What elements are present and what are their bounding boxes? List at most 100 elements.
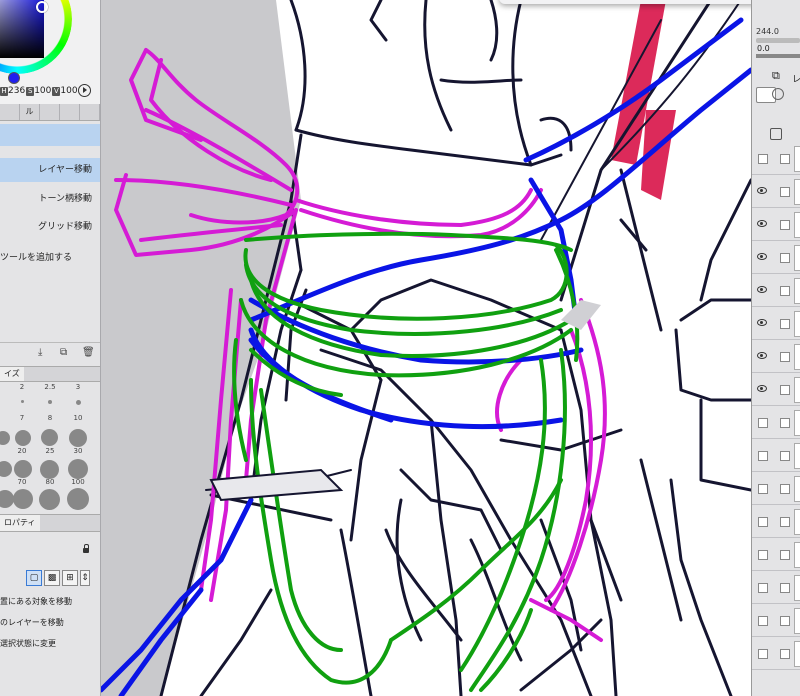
current-color-swatch[interactable] bbox=[8, 72, 20, 84]
brush-dot[interactable] bbox=[76, 400, 81, 405]
layer-row[interactable] bbox=[752, 439, 800, 472]
brush-size-header: イズ bbox=[0, 366, 100, 382]
visibility-checkbox[interactable] bbox=[758, 418, 768, 428]
brush-dot[interactable] bbox=[13, 489, 33, 509]
visibility-eye-icon[interactable] bbox=[757, 385, 767, 392]
layer-row[interactable] bbox=[752, 142, 800, 175]
visibility-checkbox[interactable] bbox=[758, 550, 768, 560]
layers-icon[interactable]: ⧉ bbox=[772, 70, 783, 81]
layer-select-checkbox[interactable] bbox=[780, 451, 790, 461]
layer-row[interactable] bbox=[752, 538, 800, 571]
visibility-eye-icon[interactable] bbox=[757, 187, 767, 194]
add-sub-tool-link[interactable]: ツールを追加する bbox=[0, 247, 100, 269]
layer-row[interactable] bbox=[752, 472, 800, 505]
layer-row[interactable] bbox=[752, 175, 800, 208]
visibility-checkbox[interactable] bbox=[758, 583, 768, 593]
layer-select-checkbox[interactable] bbox=[780, 154, 790, 164]
tool-property-tab[interactable]: ロパティ bbox=[0, 515, 40, 531]
layer-row[interactable] bbox=[752, 373, 800, 406]
drawing-canvas[interactable] bbox=[101, 0, 751, 696]
layer-row[interactable] bbox=[752, 571, 800, 604]
property-option-row[interactable]: 選択状態に変更 bbox=[0, 638, 100, 649]
property-option-label: 置にある対象を移動 bbox=[0, 597, 72, 606]
sub-tool-tab[interactable]: ル bbox=[20, 104, 40, 120]
visibility-eye-icon[interactable] bbox=[757, 253, 767, 260]
new-layer-folder-icon[interactable] bbox=[770, 128, 782, 140]
visibility-checkbox[interactable] bbox=[758, 649, 768, 659]
layer-row[interactable] bbox=[752, 637, 800, 670]
layer-select-checkbox[interactable] bbox=[780, 220, 790, 230]
opacity-slider[interactable] bbox=[756, 38, 800, 43]
sub-tool-tab[interactable] bbox=[80, 104, 100, 120]
brush-dot[interactable] bbox=[14, 460, 32, 478]
tool-item-grid-move[interactable]: グリッド移動 bbox=[0, 216, 100, 238]
layer-select-checkbox[interactable] bbox=[780, 253, 790, 263]
mode-layer-button[interactable]: ▢ bbox=[26, 570, 42, 586]
layer-select-checkbox[interactable] bbox=[780, 418, 790, 428]
brush-size-tab[interactable]: イズ bbox=[0, 367, 24, 381]
brush-dot[interactable] bbox=[21, 400, 24, 403]
layer-row[interactable] bbox=[752, 307, 800, 340]
tool-item-layer-move[interactable]: レイヤー移動 bbox=[0, 158, 100, 182]
sub-tool-tab[interactable] bbox=[60, 104, 80, 120]
brush-dot[interactable] bbox=[41, 429, 58, 446]
visibility-eye-icon[interactable] bbox=[757, 286, 767, 293]
layer-row[interactable] bbox=[752, 340, 800, 373]
canvas-area[interactable] bbox=[101, 0, 800, 696]
brush-dot[interactable] bbox=[15, 430, 31, 446]
layer-thumbnail bbox=[794, 542, 800, 568]
visibility-checkbox[interactable] bbox=[758, 451, 768, 461]
hue-marker[interactable] bbox=[36, 1, 48, 13]
layer-row[interactable] bbox=[752, 505, 800, 538]
layer-lock-icon[interactable] bbox=[772, 88, 784, 100]
v-value: 100 bbox=[60, 86, 78, 96]
layer-select-checkbox[interactable] bbox=[780, 583, 790, 593]
mode-tone-button[interactable]: ▩ bbox=[44, 570, 60, 586]
sub-tool-tab[interactable] bbox=[0, 104, 20, 120]
layer-select-checkbox[interactable] bbox=[780, 550, 790, 560]
brush-dot[interactable] bbox=[0, 490, 14, 508]
visibility-checkbox[interactable] bbox=[758, 616, 768, 626]
visibility-checkbox[interactable] bbox=[758, 517, 768, 527]
brush-dot[interactable] bbox=[68, 459, 88, 479]
visibility-checkbox[interactable] bbox=[758, 154, 768, 164]
mode-grid-button[interactable]: ⊞ bbox=[62, 570, 78, 586]
mode-dropdown-button[interactable]: ⇕ bbox=[80, 570, 90, 586]
layer-select-checkbox[interactable] bbox=[780, 649, 790, 659]
layer-row[interactable] bbox=[752, 274, 800, 307]
lock-icon[interactable] bbox=[83, 544, 89, 553]
property-option-row[interactable]: のレイヤーを移動 bbox=[0, 617, 100, 628]
trash-icon[interactable]: 🗑 bbox=[82, 348, 95, 358]
layer-row[interactable] bbox=[752, 208, 800, 241]
download-icon[interactable]: ⤓ bbox=[38, 348, 48, 358]
brush-dot[interactable] bbox=[67, 488, 89, 510]
layer-row[interactable] bbox=[752, 241, 800, 274]
layer-row[interactable] bbox=[752, 406, 800, 439]
visibility-eye-icon[interactable] bbox=[757, 220, 767, 227]
layer-select-checkbox[interactable] bbox=[780, 319, 790, 329]
layer-thumbnail bbox=[794, 641, 800, 667]
layer-select-checkbox[interactable] bbox=[780, 385, 790, 395]
layer-select-checkbox[interactable] bbox=[780, 484, 790, 494]
color-mode-toggle-icon[interactable] bbox=[78, 84, 91, 97]
brush-dot[interactable] bbox=[40, 460, 59, 479]
brush-dot[interactable] bbox=[0, 461, 12, 477]
duplicate-icon[interactable]: ⧉ bbox=[60, 348, 70, 358]
value-slider[interactable] bbox=[756, 54, 800, 58]
brush-dot[interactable] bbox=[69, 429, 87, 447]
layer-select-checkbox[interactable] bbox=[780, 352, 790, 362]
tool-item-tone-move[interactable]: トーン柄移動 bbox=[0, 188, 100, 210]
layer-row[interactable] bbox=[752, 604, 800, 637]
visibility-eye-icon[interactable] bbox=[757, 319, 767, 326]
brush-dot[interactable] bbox=[39, 489, 60, 510]
layer-select-checkbox[interactable] bbox=[780, 187, 790, 197]
property-option-row[interactable]: 置にある対象を移動 bbox=[0, 596, 100, 607]
visibility-eye-icon[interactable] bbox=[757, 352, 767, 359]
layer-select-checkbox[interactable] bbox=[780, 286, 790, 296]
brush-dot[interactable] bbox=[0, 431, 10, 445]
visibility-checkbox[interactable] bbox=[758, 484, 768, 494]
sub-tool-tab[interactable] bbox=[40, 104, 60, 120]
layer-select-checkbox[interactable] bbox=[780, 616, 790, 626]
layer-select-checkbox[interactable] bbox=[780, 517, 790, 527]
brush-dot[interactable] bbox=[48, 400, 52, 404]
